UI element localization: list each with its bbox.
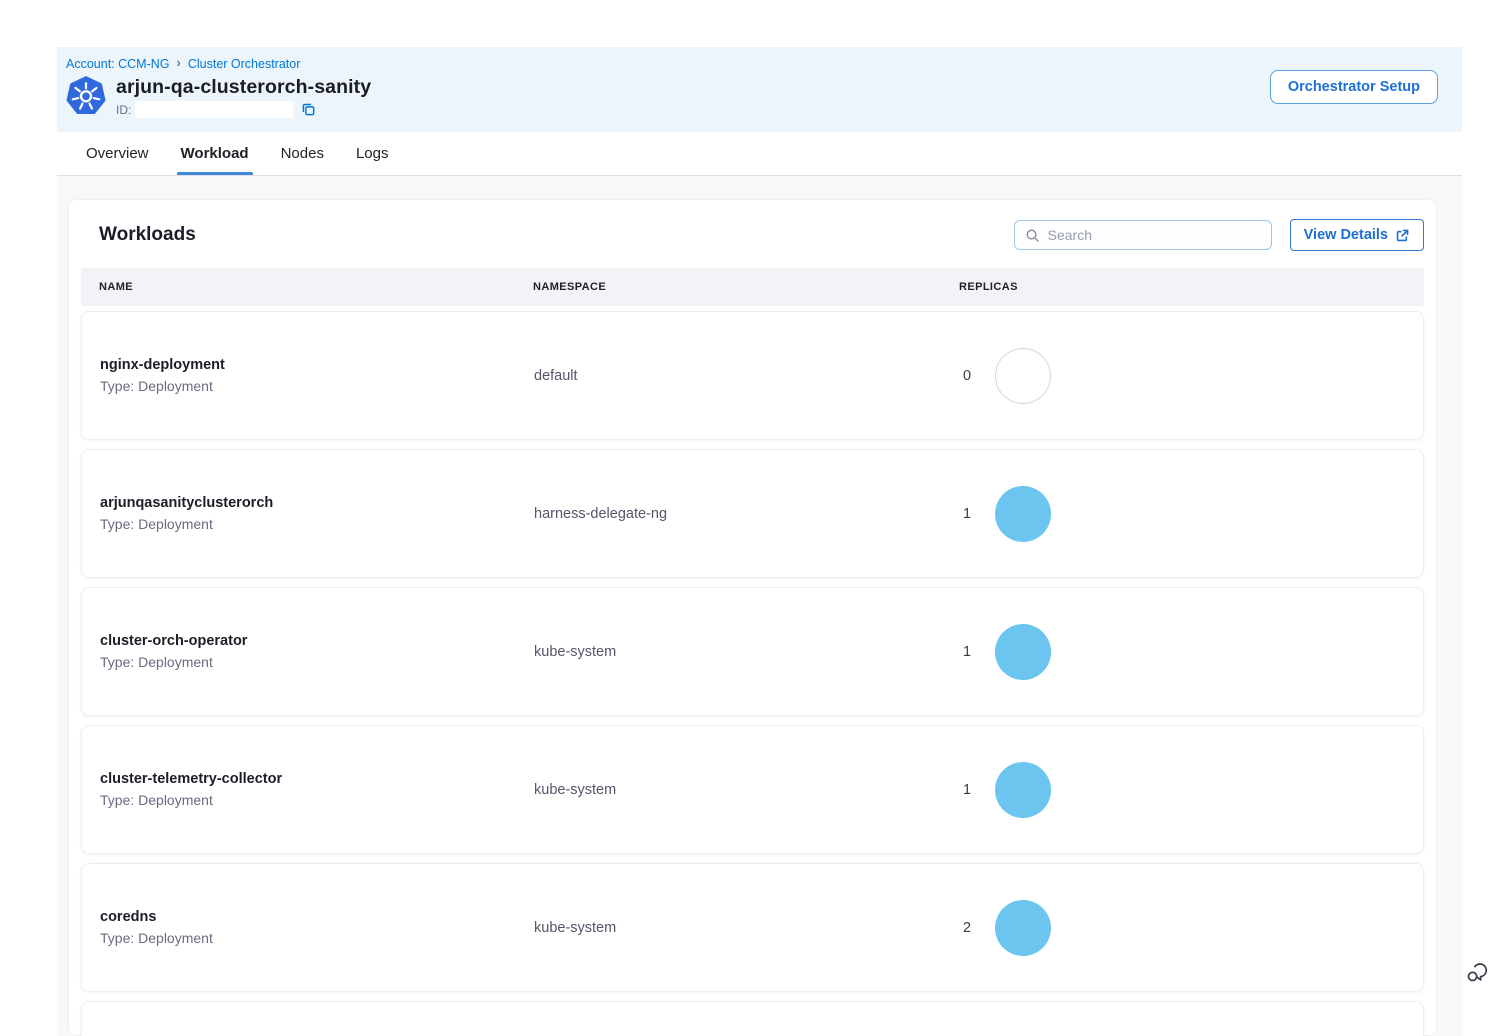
workload-replicas-cell: 2 (960, 900, 1423, 956)
chat-icon[interactable] (1463, 958, 1491, 986)
workload-namespace: kube-system (534, 920, 960, 936)
search-box[interactable] (1014, 220, 1272, 250)
search-icon (1025, 228, 1040, 243)
search-input[interactable] (1048, 227, 1263, 243)
workload-name-cell: coredns Type: Deployment (100, 909, 534, 946)
workload-replicas-cell: 1 (960, 624, 1423, 680)
workload-name: coredns (100, 909, 534, 925)
workloads-table-body: nginx-deployment Type: Deployment defaul… (81, 311, 1424, 1036)
cluster-id-row: ID: (116, 101, 371, 118)
workload-row[interactable]: cluster-orch-operator Type: Deployment k… (81, 587, 1424, 716)
workload-row[interactable]: cluster-telemetry-collector Type: Deploy… (81, 725, 1424, 854)
cluster-id-label: ID: (116, 103, 131, 117)
workload-type: Type: Deployment (100, 792, 534, 808)
workload-name-cell: arjunqasanityclusterorch Type: Deploymen… (100, 495, 534, 532)
replica-count: 1 (963, 506, 977, 522)
replica-status-circle (995, 486, 1051, 542)
workload-replicas-cell: 0 (960, 348, 1423, 404)
replica-status-circle (995, 900, 1051, 956)
tab-logs[interactable]: Logs (352, 132, 393, 175)
tab-workload[interactable]: Workload (177, 132, 253, 175)
tab-bar: Overview Workload Nodes Logs (57, 132, 1462, 176)
workload-replicas-cell: 1 (960, 762, 1423, 818)
replica-status-circle (995, 348, 1051, 404)
workload-type: Type: Deployment (100, 930, 534, 946)
workload-row[interactable]: nginx-deployment Type: Deployment defaul… (81, 311, 1424, 440)
cluster-id-value-redacted (135, 101, 293, 118)
workload-row-partial[interactable] (81, 1001, 1424, 1036)
workload-type: Type: Deployment (100, 378, 534, 394)
kubernetes-icon (66, 76, 106, 116)
main-content: Workloads View Details (57, 176, 1462, 1036)
view-details-button[interactable]: View Details (1290, 219, 1424, 251)
workload-name: cluster-telemetry-collector (100, 771, 534, 787)
column-header-namespace: NAMESPACE (533, 281, 959, 293)
workload-namespace: kube-system (534, 782, 960, 798)
workload-type: Type: Deployment (100, 516, 534, 532)
workloads-actions: View Details (1014, 219, 1424, 251)
workload-type: Type: Deployment (100, 654, 534, 670)
chevron-right-icon: › (177, 55, 181, 70)
workload-row[interactable]: coredns Type: Deployment kube-system 2 (81, 863, 1424, 992)
replica-status-circle (995, 624, 1051, 680)
workload-name-cell: cluster-telemetry-collector Type: Deploy… (100, 771, 534, 808)
replica-count: 1 (963, 782, 977, 798)
breadcrumb-account-link[interactable]: Account: CCM-NG (66, 57, 170, 71)
table-header-row: NAME NAMESPACE REPLICAS (81, 268, 1424, 306)
cluster-title-block: arjun-qa-clusterorch-sanity ID: (116, 76, 371, 118)
replica-count: 0 (963, 368, 977, 384)
workload-name-cell: cluster-orch-operator Type: Deployment (100, 633, 534, 670)
view-details-label: View Details (1304, 227, 1388, 243)
workload-namespace: harness-delegate-ng (534, 506, 960, 522)
workload-replicas-cell: 1 (960, 486, 1423, 542)
page-header: Account: CCM-NG › Cluster Orchestrator (57, 47, 1462, 132)
orchestrator-setup-button[interactable]: Orchestrator Setup (1270, 70, 1438, 104)
workloads-title: Workloads (99, 224, 196, 246)
workload-name-cell: nginx-deployment Type: Deployment (100, 357, 534, 394)
tab-nodes[interactable]: Nodes (277, 132, 328, 175)
workloads-panel-header: Workloads View Details (81, 219, 1424, 251)
page-title: arjun-qa-clusterorch-sanity (116, 76, 371, 99)
workload-row[interactable]: arjunqasanityclusterorch Type: Deploymen… (81, 449, 1424, 578)
breadcrumb: Account: CCM-NG › Cluster Orchestrator (66, 56, 1462, 71)
cluster-title-row: arjun-qa-clusterorch-sanity ID: (66, 76, 1462, 118)
cluster-orchestrator-app: Account: CCM-NG › Cluster Orchestrator (57, 47, 1462, 1036)
column-header-replicas: REPLICAS (959, 281, 1424, 293)
workload-name: cluster-orch-operator (100, 633, 534, 649)
external-link-icon (1395, 228, 1410, 243)
workload-namespace: default (534, 368, 960, 384)
replica-status-circle (995, 762, 1051, 818)
replica-count: 1 (963, 644, 977, 660)
tab-overview[interactable]: Overview (82, 132, 153, 175)
breadcrumb-section-link[interactable]: Cluster Orchestrator (188, 57, 301, 71)
workload-name: arjunqasanityclusterorch (100, 495, 534, 511)
workload-name: nginx-deployment (100, 357, 534, 373)
replica-count: 2 (963, 920, 977, 936)
workloads-panel: Workloads View Details (68, 199, 1437, 1036)
column-header-name: NAME (99, 281, 533, 293)
copy-icon[interactable] (301, 102, 316, 117)
workload-namespace: kube-system (534, 644, 960, 660)
